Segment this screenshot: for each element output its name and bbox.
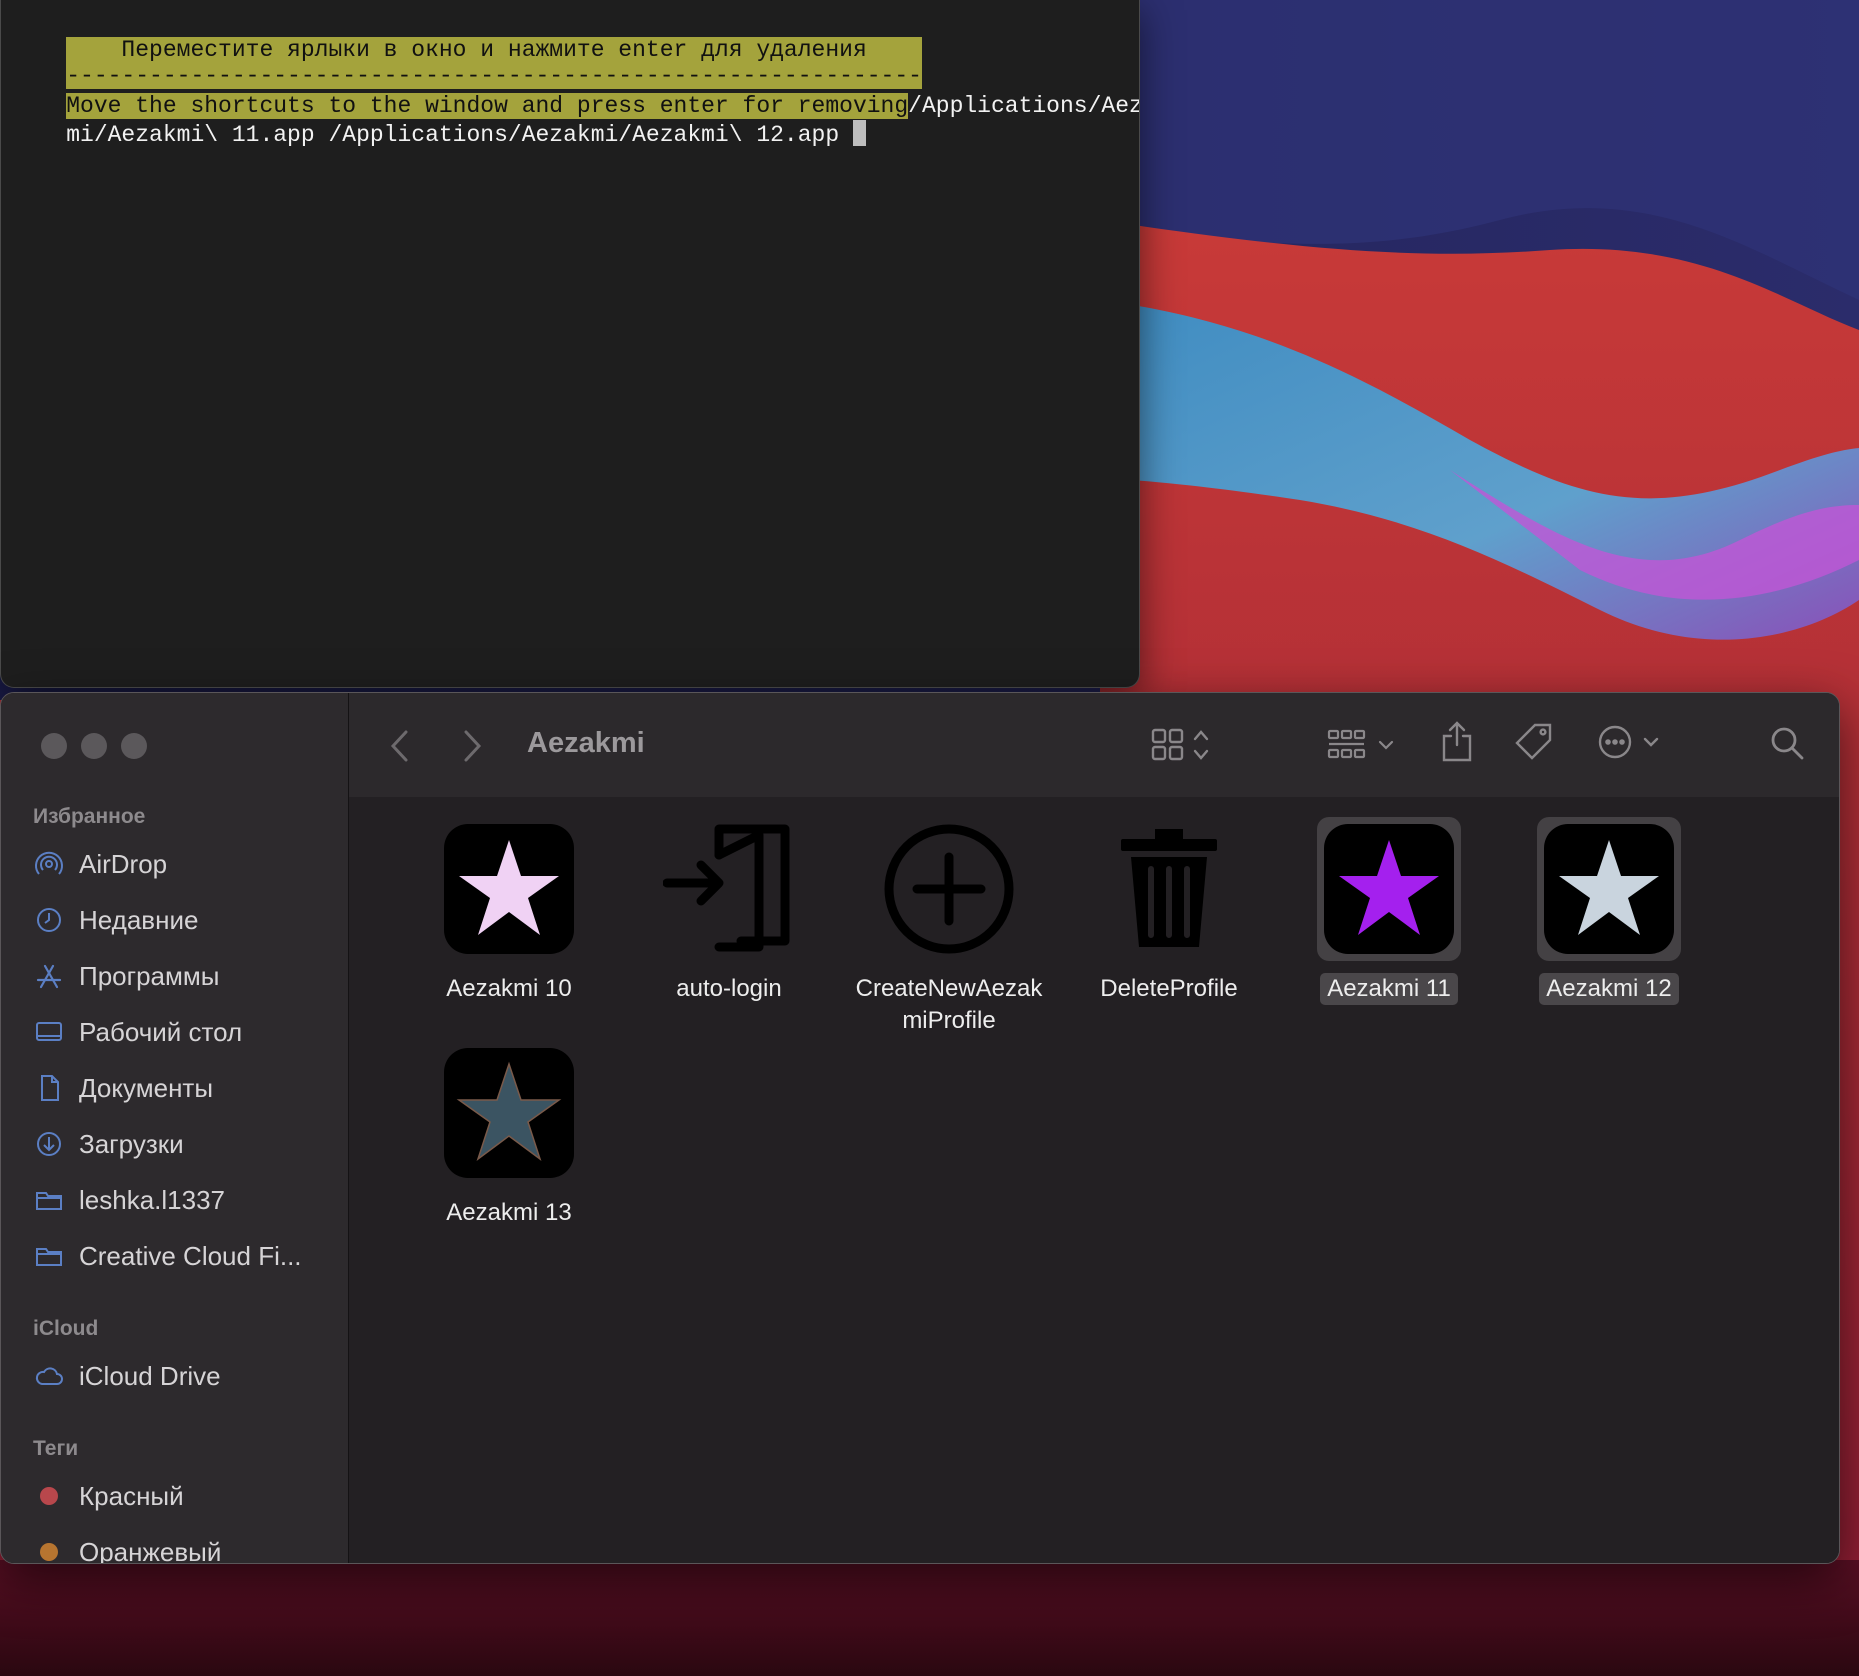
file-icon-box (1317, 817, 1461, 961)
download-icon (33, 1129, 65, 1159)
terminal-header-line: Переместите ярлыки в окно и нажмите ente… (11, 8, 922, 63)
terminal-input-part2: mi/Aezakmi\ 11.app /Applications/Aezakmi… (66, 122, 853, 148)
favorites-heading: Избранное (33, 805, 146, 828)
sidebar-item-label: Рабочий стол (79, 1016, 243, 1047)
terminal-prompt-line: Move the shortcuts to the window and pre… (11, 64, 1139, 119)
star-app-icon (444, 1048, 574, 1178)
star-app-icon (1544, 824, 1674, 954)
file-icon-box (1537, 817, 1681, 961)
sidebar-item-downloads[interactable]: Загрузки (33, 1122, 333, 1166)
file-label: DeleteProfile (1100, 975, 1238, 1002)
sidebar-item-recents[interactable]: Недавние (33, 898, 333, 942)
finder-toolbar: Aezakmi (349, 693, 1839, 798)
star-app-icon (444, 824, 574, 954)
sidebar-item-airdrop[interactable]: AirDrop (33, 842, 333, 886)
icon-view-grid-icon[interactable] (1151, 727, 1213, 763)
sidebar-item-label: Creative Cloud Fi... (79, 1240, 302, 1271)
clock-icon (33, 905, 65, 935)
share-icon[interactable] (1439, 719, 1475, 763)
sidebar-tag-orange[interactable]: Оранжевый (33, 1530, 333, 1564)
sidebar-item-label: Оранжевый (79, 1536, 222, 1564)
orange-tag-dot (40, 1543, 58, 1561)
file-label: Aezakmi 10 (446, 975, 572, 1002)
file-item-delete-profile[interactable]: DeleteProfile (1064, 817, 1274, 1005)
sidebar-item-desktop[interactable]: Рабочий стол (33, 1010, 333, 1054)
document-icon (33, 1073, 65, 1103)
icloud-heading: iCloud (33, 1317, 99, 1340)
zoom-window-button[interactable] (121, 733, 147, 759)
file-item-auto-login[interactable]: auto-login (624, 817, 834, 1005)
search-icon[interactable] (1769, 725, 1805, 761)
cloud-icon (33, 1361, 65, 1391)
login-door-icon (663, 824, 790, 952)
file-label: Aezakmi 12 (1539, 973, 1679, 1005)
file-icon-box (877, 817, 1021, 961)
tags-heading: Теги (33, 1437, 79, 1460)
sidebar-item-icloud-drive[interactable]: iCloud Drive (33, 1354, 333, 1398)
sidebar-item-label: leshka.l1337 (79, 1184, 225, 1215)
file-label: auto-login (676, 975, 782, 1002)
file-label: Aezakmi 13 (446, 1199, 572, 1226)
file-icon-box (437, 817, 581, 961)
sidebar-item-documents[interactable]: Документы (33, 1066, 333, 1110)
group-by-icon[interactable] (1327, 727, 1397, 763)
sidebar-item-label: iCloud Drive (79, 1360, 221, 1391)
tag-icon[interactable] (1513, 721, 1555, 763)
finder-content-area[interactable]: Aezakmi 10 auto-login CreateNewAezak miP… (349, 797, 1839, 1563)
tag-dot-wrapper (33, 1537, 65, 1563)
red-tag-dot (40, 1487, 58, 1505)
file-label-line1: CreateNewAezak (855, 975, 1043, 1002)
sidebar-item-label: Документы (79, 1072, 214, 1103)
plus-circle-icon (884, 824, 1014, 954)
file-item-aezakmi-10[interactable]: Aezakmi 10 (404, 817, 614, 1005)
airdrop-icon (33, 849, 65, 879)
sidebar-item-label: Недавние (79, 904, 199, 935)
terminal-window[interactable]: Переместите ярлыки в окно и нажмите ente… (0, 0, 1140, 688)
more-actions-icon[interactable] (1597, 723, 1663, 761)
sidebar-item-label: AirDrop (79, 848, 168, 879)
file-icon-box (1097, 817, 1241, 961)
close-window-button[interactable] (41, 733, 67, 759)
finder-sidebar: Избранное AirDrop Недавние Программы Раб… (1, 693, 349, 1563)
finder-window[interactable]: Избранное AirDrop Недавние Программы Раб… (0, 692, 1840, 1564)
folder-title: Aezakmi (527, 727, 645, 759)
forward-chevron-icon[interactable] (461, 729, 483, 763)
sidebar-tag-red[interactable]: Красный (33, 1474, 333, 1518)
sidebar-item-label: Программы (79, 960, 220, 991)
terminal-cursor[interactable] (852, 120, 866, 146)
terminal-input-line: mi/Aezakmi\ 11.app /Applications/Aezakmi… (11, 92, 866, 148)
file-item-aezakmi-12[interactable]: Aezakmi 12 (1504, 817, 1714, 1005)
applications-icon (33, 961, 65, 991)
star-app-icon (1324, 824, 1454, 954)
sidebar-item-leshka[interactable]: leshka.l1337 (33, 1178, 333, 1222)
file-label-line2: miProfile (902, 1007, 996, 1034)
folder-icon (33, 1185, 65, 1215)
terminal-input-part1: /Applications/Aezak (908, 93, 1139, 119)
terminal-separator-line: ----------------------------------------… (11, 34, 922, 89)
file-label-multiline: CreateNewAezak miProfile (849, 973, 1050, 1037)
minimize-window-button[interactable] (81, 733, 107, 759)
file-item-aezakmi-13[interactable]: Aezakmi 13 (404, 1041, 614, 1229)
file-item-aezakmi-11[interactable]: Aezakmi 11 (1284, 817, 1494, 1005)
file-icon-box (657, 817, 801, 961)
file-icon-box (437, 1041, 581, 1185)
tag-dot-wrapper (33, 1481, 65, 1511)
trash-icon (1121, 829, 1217, 947)
file-item-create-new-profile[interactable]: CreateNewAezak miProfile (844, 817, 1054, 1037)
desktop-icon (33, 1017, 65, 1047)
sidebar-item-label: Красный (79, 1480, 184, 1511)
back-chevron-icon[interactable] (389, 729, 411, 763)
sidebar-item-label: Загрузки (79, 1128, 184, 1159)
folder-icon (33, 1241, 65, 1271)
file-label: Aezakmi 11 (1320, 973, 1458, 1005)
sidebar-item-applications[interactable]: Программы (33, 954, 333, 998)
sidebar-item-creative-cloud[interactable]: Creative Cloud Fi... (33, 1234, 333, 1278)
